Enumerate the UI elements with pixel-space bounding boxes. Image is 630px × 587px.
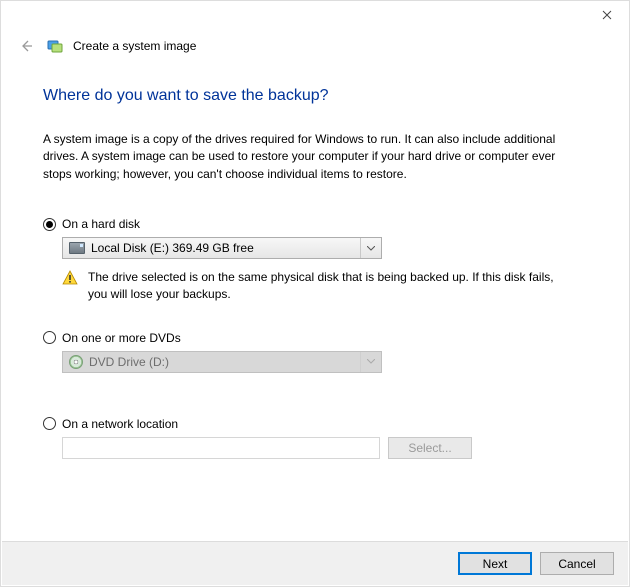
option-network: On a network location Select... [43,417,587,459]
system-image-icon [47,38,63,54]
radio-network-label[interactable]: On a network location [62,417,178,431]
network-select-button[interactable]: Select... [388,437,472,459]
option-dvd: On one or more DVDs DVD Drive (D:) [43,331,587,373]
cancel-button[interactable]: Cancel [540,552,614,575]
wizard-title: Create a system image [73,39,196,53]
dvd-drive-select[interactable]: DVD Drive (D:) [62,351,382,373]
wizard-content: Where do you want to save the backup? A … [1,57,629,459]
warning-icon [62,270,78,286]
page-intro: A system image is a copy of the drives r… [43,131,587,183]
wizard-header: Create a system image [1,31,629,57]
chevron-down-icon [360,352,381,372]
hard-disk-drive-select[interactable]: Local Disk (E:) 369.49 GB free [62,237,382,259]
wizard-window: Create a system image Where do you want … [0,0,630,587]
option-hard-disk: On a hard disk Local Disk (E:) 369.49 GB… [43,217,587,303]
radio-dvd-label[interactable]: On one or more DVDs [62,331,181,345]
next-button[interactable]: Next [458,552,532,575]
page-heading: Where do you want to save the backup? [43,87,587,105]
radio-hard-disk-label[interactable]: On a hard disk [62,217,140,231]
hard-disk-warning-text: The drive selected is on the same physic… [88,269,562,303]
chevron-down-icon [360,238,381,258]
dvd-icon [69,355,83,369]
radio-dvd[interactable] [43,331,56,344]
network-path-input[interactable] [62,437,380,459]
hard-disk-selected-value: Local Disk (E:) 369.49 GB free [91,241,254,255]
radio-hard-disk[interactable] [43,218,56,231]
back-arrow-icon [18,38,34,54]
close-button[interactable] [584,1,629,29]
hard-disk-warning: The drive selected is on the same physic… [62,269,562,303]
dvd-selected-value: DVD Drive (D:) [89,355,169,369]
back-button[interactable] [15,35,37,57]
close-icon [602,10,612,20]
wizard-footer: Next Cancel [2,541,628,585]
radio-network[interactable] [43,417,56,430]
titlebar [1,1,629,31]
hard-disk-icon [69,242,85,254]
